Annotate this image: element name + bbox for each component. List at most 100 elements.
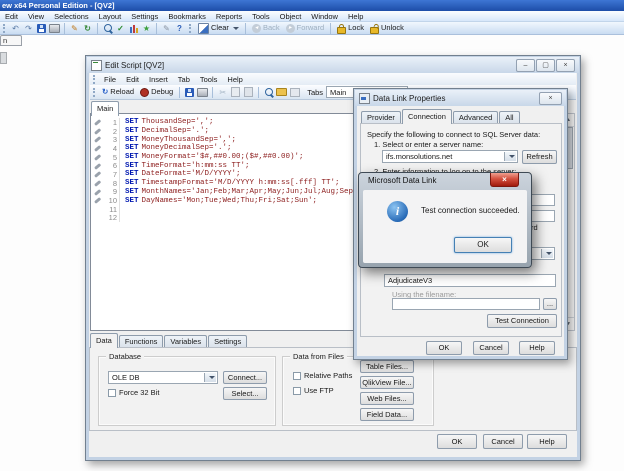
es-menu-tab[interactable]: Tab: [173, 74, 195, 85]
paste-icon[interactable]: [243, 87, 254, 98]
dlp-help-button[interactable]: Help: [519, 341, 555, 355]
toolbar-separator: [330, 22, 332, 34]
tab-provider-label: Provider: [367, 113, 395, 122]
msgbox-body: i Test connection succeeded. OK: [363, 190, 527, 263]
tab-data[interactable]: Data: [90, 333, 118, 348]
minimize-button[interactable]: –: [516, 59, 535, 72]
combo-dropdown-button[interactable]: [204, 373, 216, 382]
es-menu-tools[interactable]: Tools: [195, 74, 223, 85]
edit-script-titlebar[interactable]: Edit Script [QV2]: [87, 57, 579, 73]
database-group-label: Database: [106, 352, 145, 361]
sheet-tab-fragment[interactable]: n: [0, 35, 22, 46]
refresh-button[interactable]: Refresh: [522, 150, 557, 164]
msgbox-ok-button[interactable]: OK: [454, 237, 512, 253]
undo-icon[interactable]: ↶: [10, 23, 21, 34]
forward-button[interactable]: ▸ Forward: [283, 22, 328, 34]
copy-icon[interactable]: [230, 87, 241, 98]
es-cancel-button[interactable]: Cancel: [483, 434, 523, 449]
tab-connection[interactable]: Connection: [401, 109, 452, 124]
edit-script-title: Edit Script [QV2]: [105, 60, 165, 70]
database-driver-combo[interactable]: OLE DB: [108, 371, 218, 384]
dlp-ok-button[interactable]: OK: [426, 341, 462, 355]
menu-view[interactable]: View: [23, 11, 49, 22]
menu-bookmarks[interactable]: Bookmarks: [163, 11, 211, 22]
print-icon[interactable]: [49, 23, 60, 34]
menu-reports[interactable]: Reports: [211, 11, 247, 22]
dlp-close-button[interactable]: ×: [539, 92, 562, 105]
floppy-glyph: [185, 87, 195, 97]
combo-dropdown-button[interactable]: [541, 249, 553, 258]
cut-icon[interactable]: ✂: [217, 87, 228, 98]
use-ftp-checkbox[interactable]: Use FTP: [293, 386, 334, 395]
lock-button[interactable]: Lock: [334, 22, 367, 34]
es-ok-button[interactable]: OK: [437, 434, 477, 449]
menu-tools[interactable]: Tools: [247, 11, 275, 22]
es-menu-help[interactable]: Help: [222, 74, 247, 85]
connect-button[interactable]: Connect...: [223, 371, 267, 384]
msgbox-title: Microsoft Data Link: [368, 176, 437, 185]
field-data-button[interactable]: Field Data...: [360, 408, 414, 421]
attach-database-name-field[interactable]: AdjudicateV3: [384, 274, 556, 287]
save-icon[interactable]: [36, 23, 47, 34]
search-icon[interactable]: [102, 23, 113, 34]
test-connection-button[interactable]: Test Connection: [487, 314, 557, 328]
combo-dropdown-button[interactable]: [504, 152, 516, 161]
dlp-cancel-button[interactable]: Cancel: [473, 341, 509, 355]
clear-button[interactable]: Clear: [195, 22, 242, 34]
maximize-button[interactable]: ▢: [536, 59, 555, 72]
web-files-button[interactable]: Web Files...: [360, 392, 414, 405]
server-name-combo[interactable]: ifs.monsolutions.net: [382, 150, 518, 163]
open-folder-icon[interactable]: [276, 87, 288, 98]
use-ftp-label: Use FTP: [304, 386, 334, 395]
menu-layout[interactable]: Layout: [94, 11, 127, 22]
edit-sheet-icon[interactable]: ✎: [69, 23, 80, 34]
menu-window[interactable]: Window: [306, 11, 343, 22]
dlp-titlebar[interactable]: Data Link Properties: [355, 90, 566, 106]
table-files-button[interactable]: Table Files...: [360, 360, 414, 373]
unlock-label: Unlock: [380, 23, 404, 32]
tab-advanced-label: Advanced: [458, 113, 493, 122]
debug-button[interactable]: Debug: [137, 86, 176, 98]
reload-document-icon[interactable]: ↻: [82, 23, 93, 34]
menu-edit[interactable]: Edit: [0, 11, 23, 22]
lock-icon: [337, 23, 347, 34]
menu-object[interactable]: Object: [275, 11, 307, 22]
favorites-star-icon[interactable]: ★: [141, 23, 152, 34]
browse-button[interactable]: ...: [543, 298, 557, 310]
back-button[interactable]: ◂ Back: [249, 22, 283, 34]
msgbox-close-button[interactable]: ×: [490, 173, 519, 187]
wrench-icon: [94, 197, 101, 204]
es-menu-insert[interactable]: Insert: [144, 74, 173, 85]
qlikview-file-button[interactable]: QlikView File...: [360, 376, 414, 389]
script-keyword: SET: [125, 187, 139, 196]
wrench-icon: [94, 179, 101, 187]
table-glyph: [289, 87, 300, 97]
unlock-button[interactable]: Unlock: [367, 22, 407, 34]
back-label: Back: [262, 23, 280, 32]
close-button[interactable]: ×: [556, 59, 575, 72]
find-icon[interactable]: [263, 87, 274, 98]
es-menu-file[interactable]: File: [99, 74, 121, 85]
design-pencil-icon[interactable]: ✎: [161, 23, 172, 34]
table-check-icon[interactable]: ✓: [115, 23, 126, 34]
es-help-button[interactable]: Help: [527, 434, 567, 449]
menu-selections[interactable]: Selections: [49, 11, 94, 22]
reload-button[interactable]: ↻ Reload: [99, 86, 137, 98]
menu-help[interactable]: Help: [343, 11, 368, 22]
select-button[interactable]: Select...: [223, 387, 267, 400]
filename-field[interactable]: [392, 298, 540, 310]
tab-functions-label: Functions: [124, 337, 158, 346]
help-icon[interactable]: ?: [174, 23, 185, 34]
menu-settings[interactable]: Settings: [126, 11, 163, 22]
redo-icon[interactable]: ↷: [23, 23, 34, 34]
es-menu-edit[interactable]: Edit: [121, 74, 144, 85]
relative-paths-checkbox[interactable]: Relative Paths: [293, 371, 352, 380]
tab-main[interactable]: Main: [91, 101, 120, 116]
save-icon[interactable]: [184, 87, 195, 98]
chart-icon[interactable]: [128, 23, 139, 34]
print-icon[interactable]: [197, 87, 209, 98]
force-32bit-checkbox[interactable]: Force 32 Bit: [108, 388, 159, 397]
table-viewer-icon[interactable]: [289, 87, 300, 98]
script-code: ThousandSep=',';: [141, 118, 214, 127]
clear-label: Clear: [211, 23, 229, 32]
